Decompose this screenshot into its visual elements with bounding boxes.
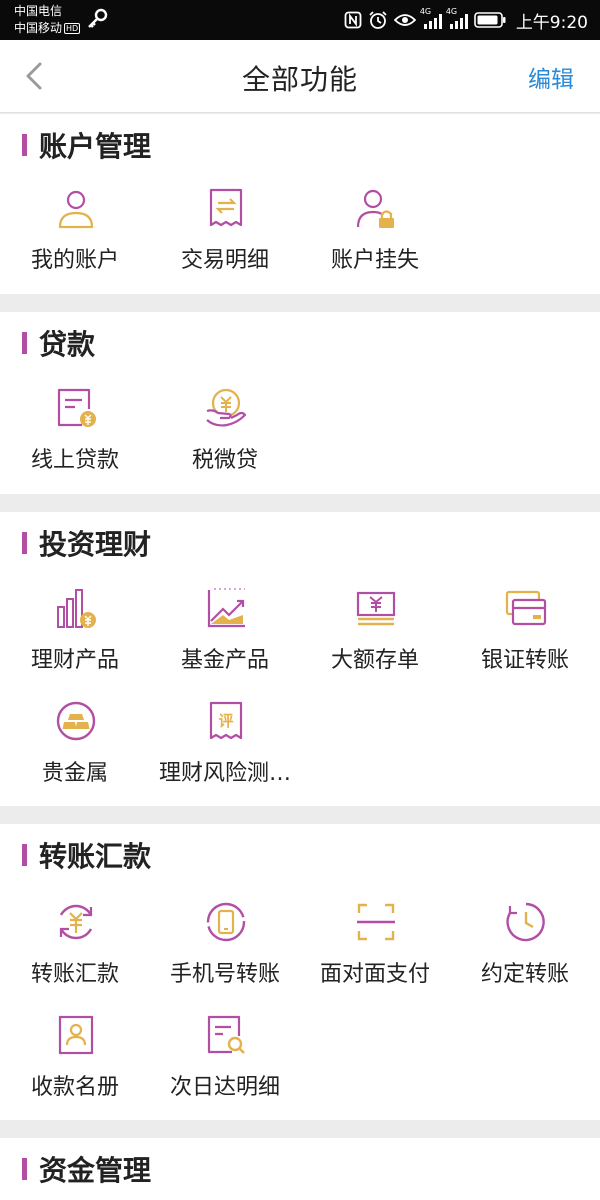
tax-micro-loan-item[interactable]: 税微贷 xyxy=(150,387,300,487)
wealth-products-item[interactable]: 理财产品 xyxy=(0,587,150,687)
section-title-text: 贷款 xyxy=(39,328,96,361)
item-label: 基金产品 xyxy=(180,648,269,673)
online-loan-item[interactable]: 线上贷款 xyxy=(0,387,150,487)
section-title-text: 投资理财 xyxy=(39,528,152,561)
section-title-text: 转账汇款 xyxy=(39,840,152,873)
eye-icon xyxy=(393,14,416,26)
carrier-info: 中国电信 中国移动 HD xyxy=(14,3,81,37)
item-label: 银证转账 xyxy=(480,648,569,673)
item-label: 大额存单 xyxy=(330,648,419,673)
section-accent-bar xyxy=(22,1158,27,1180)
item-label: 收款名册 xyxy=(30,1075,119,1100)
fund-products-item[interactable]: 基金产品 xyxy=(150,587,300,687)
risk-assessment-item[interactable]: 评 理财风险测… xyxy=(150,700,300,800)
next-day-details-item[interactable]: 次日达明细 xyxy=(150,1014,300,1114)
hand-coin-icon xyxy=(206,388,247,427)
face-to-face-payment-item[interactable]: 面对面支付 xyxy=(300,901,450,1001)
network-type-1: 4G xyxy=(419,7,432,16)
section-investment: 投资理财 理财产品 基金产品 大额存单 银证转账 贵金属 评 理财风险测… xyxy=(0,512,600,806)
svg-text:评: 评 xyxy=(218,712,233,730)
key-icon xyxy=(88,8,108,28)
item-label: 我的账户 xyxy=(30,248,119,273)
gold-bar-icon xyxy=(56,701,96,741)
section-title: 资金管理 xyxy=(22,1152,152,1187)
clock-icon xyxy=(506,902,545,942)
signal-2: 4G xyxy=(446,7,468,29)
payee-list-item[interactable]: 收款名册 xyxy=(0,1014,150,1114)
item-label: 手机号转账 xyxy=(169,962,280,987)
section-accent-bar xyxy=(22,532,27,554)
cards-icon xyxy=(505,590,547,626)
scan-icon xyxy=(357,903,395,941)
transaction-details-item[interactable]: 交易明细 xyxy=(150,187,300,287)
item-label: 面对面支付 xyxy=(319,962,430,987)
nfc-icon xyxy=(344,11,362,29)
item-label: 转账汇款 xyxy=(30,962,119,987)
phone-transfer-item[interactable]: 手机号转账 xyxy=(150,901,300,1001)
edit-button[interactable]: 编辑 xyxy=(528,60,574,94)
phone-icon xyxy=(206,902,246,942)
yuan-cycle-icon xyxy=(59,904,93,940)
section-loans: 贷款 线上贷款 税微贷 xyxy=(0,312,600,494)
section-title: 转账汇款 xyxy=(22,838,152,873)
item-label: 税微贷 xyxy=(191,448,258,473)
section-account-management: 账户管理 我的账户 交易明细 账户挂失 xyxy=(0,114,600,294)
section-title-text: 账户管理 xyxy=(39,130,152,163)
evaluation-icon: 评 xyxy=(209,701,243,740)
header: 全部功能 编辑 xyxy=(0,40,600,113)
loan-document-icon xyxy=(57,388,96,427)
network-type-2: 4G xyxy=(445,7,458,16)
status-icons: 4G 4G 上午9:20 xyxy=(344,7,588,33)
section-title: 账户管理 xyxy=(22,128,152,163)
item-label: 约定转账 xyxy=(480,962,569,987)
item-label: 理财产品 xyxy=(30,648,119,673)
bank-securities-transfer-item[interactable]: 银证转账 xyxy=(450,587,600,687)
transfer-remittance-item[interactable]: 转账汇款 xyxy=(0,901,150,1001)
clock-time: 上午9:20 xyxy=(515,12,588,33)
section-title: 贷款 xyxy=(22,326,96,361)
precious-metals-item[interactable]: 贵金属 xyxy=(0,700,150,800)
section-fund-management: 资金管理 xyxy=(0,1138,600,1200)
status-bar: 中国电信 中国移动 HD 4G 4G 上午9:20 xyxy=(0,0,600,40)
item-label: 贵金属 xyxy=(41,761,108,786)
user-lock-icon xyxy=(356,189,394,228)
deposit-certificate-icon xyxy=(356,591,396,626)
item-label: 次日达明细 xyxy=(169,1075,280,1100)
battery-icon xyxy=(474,12,506,28)
user-icon xyxy=(58,190,94,229)
item-label: 交易明细 xyxy=(180,248,269,273)
section-title-text: 资金管理 xyxy=(39,1154,152,1187)
section-accent-bar xyxy=(22,134,27,156)
trend-chart-icon xyxy=(207,588,245,628)
alarm-icon xyxy=(369,11,387,29)
carrier-1: 中国电信 xyxy=(14,4,63,18)
my-account-item[interactable]: 我的账户 xyxy=(0,187,150,287)
hd-badge: HD xyxy=(64,23,81,34)
contact-book-icon xyxy=(58,1015,94,1055)
item-label: 理财风险测… xyxy=(158,761,291,786)
signal-1: 4G xyxy=(420,7,442,29)
receipt-icon xyxy=(209,188,243,227)
page-title: 全部功能 xyxy=(241,63,358,96)
section-accent-bar xyxy=(22,844,27,866)
item-label: 账户挂失 xyxy=(330,248,419,273)
account-loss-report-item[interactable]: 账户挂失 xyxy=(300,187,450,287)
scheduled-transfer-item[interactable]: 约定转账 xyxy=(450,901,600,1001)
section-accent-bar xyxy=(22,332,27,354)
section-transfers: 转账汇款 转账汇款 手机号转账 面对面支付 约定转账 收款名册 次日达明细 xyxy=(0,824,600,1120)
bar-chart-coin-icon xyxy=(57,589,96,628)
document-search-icon xyxy=(207,1015,245,1054)
section-title: 投资理财 xyxy=(22,526,152,561)
large-deposit-item[interactable]: 大额存单 xyxy=(300,587,450,687)
item-label: 线上贷款 xyxy=(30,448,119,473)
carrier-2: 中国移动 xyxy=(14,21,63,35)
